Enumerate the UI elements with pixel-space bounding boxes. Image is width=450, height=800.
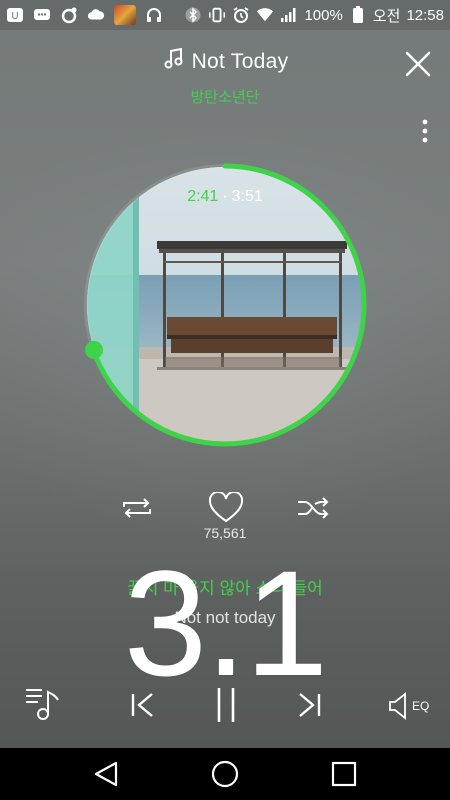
status-bar: U 100% 오전 12:58 (0, 0, 450, 30)
equalizer-button[interactable]: EQ (388, 690, 434, 722)
more-options-button[interactable] (420, 118, 430, 144)
shuffle-button[interactable] (296, 495, 330, 521)
overlay-version-number: 3.1 (123, 539, 329, 707)
skip-next-icon (299, 693, 321, 717)
battery-icon (349, 6, 367, 24)
nav-home-button[interactable] (211, 760, 239, 788)
shuffle-icon (298, 497, 329, 519)
time-readout: 2:41 · 3:51 (0, 188, 450, 206)
current-time: 2:41 (187, 188, 219, 205)
song-title: Not Today (191, 49, 289, 73)
speaker-icon (389, 692, 406, 720)
close-button[interactable] (404, 50, 432, 78)
headphones-icon (145, 6, 163, 24)
previous-button[interactable] (128, 690, 158, 720)
home-circle-icon (211, 760, 239, 788)
artist-name[interactable]: 방탄소년단 (0, 86, 450, 107)
repeat-button[interactable] (120, 495, 154, 521)
svg-text:U: U (11, 11, 18, 22)
song-title-row: Not Today (0, 47, 450, 75)
playlist-button[interactable] (24, 686, 64, 722)
wifi-icon (256, 6, 274, 24)
battery-percent: 100% (304, 6, 343, 24)
next-button[interactable] (294, 690, 324, 720)
music-note-icon (162, 47, 186, 75)
more-vertical-icon (422, 119, 428, 143)
app-thumbnail (114, 5, 136, 25)
vibrate-icon (208, 6, 226, 24)
alarm-icon (232, 6, 250, 24)
messenger-icon: U (6, 6, 24, 24)
chat-icon (33, 6, 51, 24)
eq-label: EQ (412, 699, 430, 713)
app-icon (60, 6, 78, 24)
nav-recents-button[interactable] (330, 760, 358, 788)
close-icon (405, 51, 431, 77)
playlist-icon (26, 689, 59, 720)
clock-time: 12:58 (406, 6, 444, 24)
clock-ampm: 오전 (372, 7, 401, 25)
total-time: 3:51 (231, 188, 263, 205)
time-separator: · (222, 188, 228, 205)
like-button[interactable] (208, 490, 244, 524)
pause-icon (217, 688, 235, 722)
back-triangle-icon (94, 761, 118, 787)
skip-previous-icon (131, 693, 153, 717)
signal-icon (280, 6, 298, 24)
repeat-icon (123, 498, 151, 518)
cloud-icon (87, 6, 105, 24)
nav-back-button[interactable] (92, 760, 120, 788)
recents-square-icon (331, 761, 357, 787)
seek-handle[interactable] (84, 341, 103, 360)
bluetooth-icon (184, 6, 202, 24)
heart-icon (208, 490, 244, 523)
pause-button[interactable] (213, 686, 239, 724)
